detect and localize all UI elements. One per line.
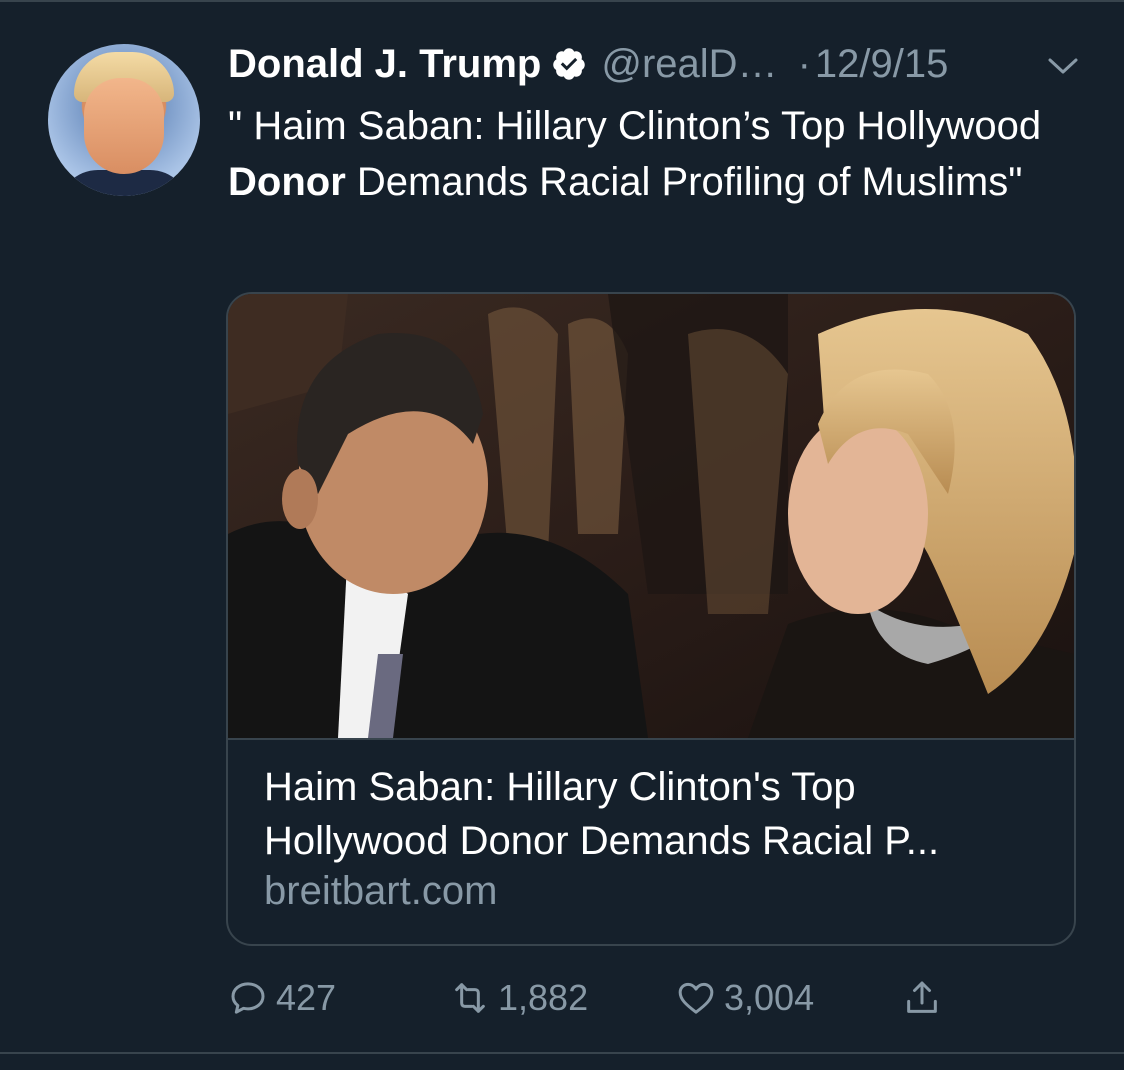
heart-icon <box>678 982 714 1014</box>
retweet-icon <box>455 983 485 1013</box>
card-domain: breitbart.com <box>264 869 498 913</box>
author-name[interactable]: Donald J. Trump <box>228 42 541 87</box>
reply-count: 427 <box>276 977 337 1018</box>
reply-button[interactable]: 427 <box>228 972 336 1024</box>
author-handle[interactable]: @realD… <box>601 42 777 87</box>
like-button[interactable]: 3,004 <box>676 972 814 1024</box>
retweet-button[interactable]: 1,882 <box>450 972 588 1024</box>
card-image[interactable] <box>228 294 1074 738</box>
tweet-text-part: Demands Racial Profiling of Muslims" <box>345 160 1023 204</box>
share-icon <box>907 981 937 1013</box>
like-count: 3,004 <box>724 977 815 1018</box>
header-separator: · <box>797 41 811 86</box>
card-body[interactable]: Haim Saban: Hillary Clinton's Top Hollyw… <box>228 738 1074 944</box>
avatar[interactable] <box>48 44 200 196</box>
tweet-header: Donald J. Trump @realD… · 12/9/15 <box>228 38 948 90</box>
card-title-line2: Hollywood Donor Demands Racial P... <box>264 819 940 863</box>
avatar-face <box>84 78 164 174</box>
share-button[interactable] <box>902 972 942 1024</box>
reply-bubble-icon <box>231 982 265 1014</box>
bottom-divider <box>0 1052 1124 1054</box>
card-title: Haim Saban: Hillary Clinton's Top Hollyw… <box>264 760 1054 868</box>
tweet-text-bold: Donor <box>228 160 346 204</box>
card-title-line1: Haim Saban: Hillary Clinton's Top <box>264 765 856 809</box>
retweet-count: 1,882 <box>498 977 589 1018</box>
verified-badge-icon <box>553 48 586 80</box>
tweet-text: " Haim Saban: Hillary Clinton’s Top Holl… <box>228 98 1088 210</box>
tweet-date[interactable]: 12/9/15 <box>815 42 948 87</box>
link-card[interactable]: Haim Saban: Hillary Clinton's Top Hollyw… <box>226 292 1076 946</box>
tweet-actions: 427 1,882 3,004 <box>228 972 988 1024</box>
tweet-text-part: " Haim Saban: Hillary Clinton’s Top Holl… <box>228 104 1042 148</box>
chevron-down-icon[interactable] <box>1046 52 1080 80</box>
top-divider <box>0 0 1124 2</box>
